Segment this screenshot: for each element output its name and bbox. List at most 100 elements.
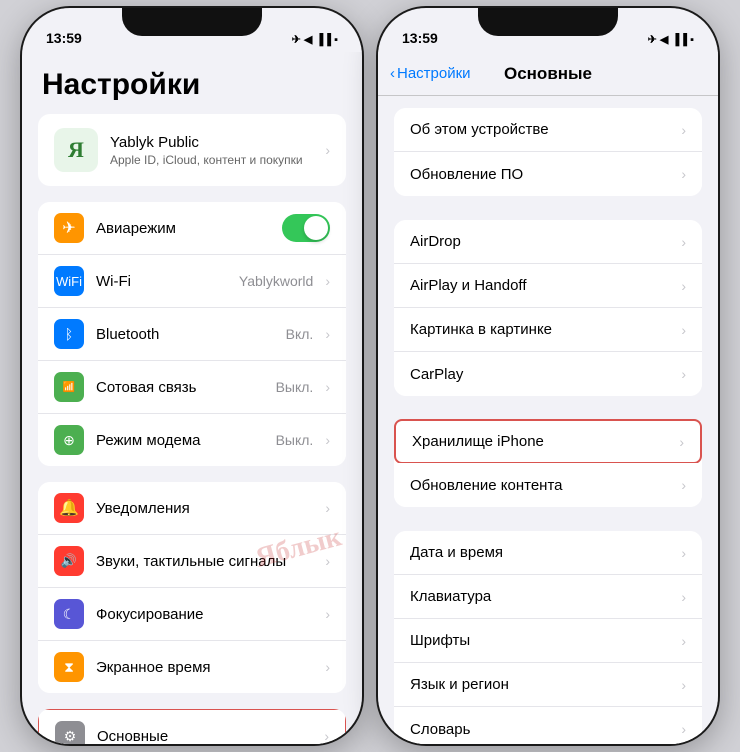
connectivity-group: ✈ Авиарежим WiFi Wi-Fi Yablykworld › ᛒ B… xyxy=(38,202,346,466)
account-name: Yablyk Public xyxy=(110,134,313,151)
datetime-label: Дата и время xyxy=(410,544,681,561)
bluetooth-label: Bluetooth xyxy=(96,326,274,343)
airplay-label: AirPlay и Handoff xyxy=(410,277,681,294)
fonts-label: Шрифты xyxy=(410,632,681,649)
about-row[interactable]: Об этом устройстве › xyxy=(394,108,702,152)
right-group-3: Хранилище iPhone › Обновление контента › xyxy=(394,419,702,507)
language-chevron: › xyxy=(681,677,686,693)
general-row[interactable]: ⚙ Основные › xyxy=(38,709,346,744)
right-phone: 13:59 ✈ ◀ ▐▐ ▪ ‹ Настройки Основные Об э… xyxy=(376,6,720,746)
language-row[interactable]: Язык и регион › xyxy=(394,663,702,707)
dictionary-chevron: › xyxy=(681,721,686,737)
right-group-2: AirDrop › AirPlay и Handoff › Картинка в… xyxy=(394,220,702,396)
content-update-label: Обновление контента xyxy=(410,477,681,494)
cellular-label: Сотовая связь xyxy=(96,379,264,396)
bluetooth-row[interactable]: ᛒ Bluetooth Вкл. › xyxy=(38,308,346,361)
hotspot-chevron: › xyxy=(325,432,330,448)
back-button[interactable]: ‹ Настройки xyxy=(390,65,471,82)
sounds-icon: 🔊 xyxy=(54,546,84,576)
pip-label: Картинка в картинке xyxy=(410,321,681,338)
airdrop-chevron: › xyxy=(681,234,686,250)
wifi-chevron: › xyxy=(325,273,330,289)
airplay-row[interactable]: AirPlay и Handoff › xyxy=(394,264,702,308)
language-label: Язык и регион xyxy=(410,676,681,693)
cellular-row[interactable]: 📶 Сотовая связь Выкл. › xyxy=(38,361,346,414)
right-notch xyxy=(478,8,618,36)
general-chevron: › xyxy=(324,728,329,744)
keyboard-row[interactable]: Клавиатура › xyxy=(394,575,702,619)
update-row[interactable]: Обновление ПО › xyxy=(394,152,702,196)
bluetooth-chevron: › xyxy=(325,326,330,342)
about-label: Об этом устройстве xyxy=(410,121,681,138)
right-group-1: Об этом устройстве › Обновление ПО › xyxy=(394,108,702,196)
airplane-toggle[interactable] xyxy=(282,214,330,242)
screentime-icon: ⧗ xyxy=(54,652,84,682)
datetime-row[interactable]: Дата и время › xyxy=(394,531,702,575)
keyboard-chevron: › xyxy=(681,589,686,605)
wifi-row[interactable]: WiFi Wi-Fi Yablykworld › xyxy=(38,255,346,308)
keyboard-label: Клавиатура xyxy=(410,588,681,605)
airdrop-label: AirDrop xyxy=(410,233,681,250)
focus-icon: ☾ xyxy=(54,599,84,629)
right-status-icons: ✈ ◀ ▐▐ ▪ xyxy=(648,33,694,46)
fonts-row[interactable]: Шрифты › xyxy=(394,619,702,663)
carplay-row[interactable]: CarPlay › xyxy=(394,352,702,396)
carplay-chevron: › xyxy=(681,366,686,382)
carplay-label: CarPlay xyxy=(410,366,681,383)
sounds-label: Звуки, тактильные сигналы xyxy=(96,553,313,570)
bluetooth-icon: ᛒ xyxy=(54,319,84,349)
notifications-label: Уведомления xyxy=(96,500,313,517)
pip-row[interactable]: Картинка в картинке › xyxy=(394,308,702,352)
airplane-row[interactable]: ✈ Авиарежим xyxy=(38,202,346,255)
screentime-row[interactable]: ⧗ Экранное время › xyxy=(38,641,346,693)
focus-chevron: › xyxy=(325,606,330,622)
wifi-icon: WiFi xyxy=(54,266,84,296)
account-card[interactable]: Я Yablyk Public Apple ID, iCloud, контен… xyxy=(38,114,346,186)
back-chevron: ‹ xyxy=(390,65,395,82)
sounds-chevron: › xyxy=(325,553,330,569)
page-title: Основные xyxy=(504,64,592,84)
notifications-group: 🔔 Уведомления › 🔊 Звуки, тактильные сигн… xyxy=(38,482,346,693)
sounds-row[interactable]: 🔊 Звуки, тактильные сигналы › xyxy=(38,535,346,588)
account-text: Yablyk Public Apple ID, iCloud, контент … xyxy=(110,134,313,167)
general-label: Основные xyxy=(97,728,312,745)
datetime-chevron: › xyxy=(681,545,686,561)
dictionary-row[interactable]: Словарь › xyxy=(394,707,702,744)
cellular-value: Выкл. xyxy=(276,379,314,395)
back-label: Настройки xyxy=(397,65,471,82)
yablyk-icon: Я xyxy=(54,128,98,172)
general-icon: ⚙ xyxy=(55,721,85,744)
airplay-chevron: › xyxy=(681,278,686,294)
screentime-chevron: › xyxy=(325,659,330,675)
storage-row[interactable]: Хранилище iPhone › xyxy=(394,419,702,464)
left-status-icons: ✈ ◀ ▐▐ ▪ xyxy=(292,33,338,46)
hotspot-value: Выкл. xyxy=(276,432,314,448)
right-group-4: Дата и время › Клавиатура › Шрифты › Язы… xyxy=(394,531,702,744)
general-group: ⚙ Основные › ⊞ Пункт управления › AA Экр… xyxy=(38,709,346,744)
wifi-label: Wi-Fi xyxy=(96,273,227,290)
update-label: Обновление ПО xyxy=(410,166,681,183)
settings-title: Настройки xyxy=(22,52,362,114)
storage-chevron: › xyxy=(679,434,684,450)
focus-row[interactable]: ☾ Фокусирование › xyxy=(38,588,346,641)
notifications-chevron: › xyxy=(325,500,330,516)
airplane-label: Авиарежим xyxy=(96,220,270,237)
update-chevron: › xyxy=(681,166,686,182)
wifi-value: Yablykworld xyxy=(239,273,313,289)
hotspot-icon: ⊕ xyxy=(54,425,84,455)
bluetooth-value: Вкл. xyxy=(286,326,314,342)
left-screen: Настройки Я Yablyk Public Apple ID, iClo… xyxy=(22,52,362,744)
right-time: 13:59 xyxy=(402,30,438,46)
notifications-row[interactable]: 🔔 Уведомления › xyxy=(38,482,346,535)
cellular-icon: 📶 xyxy=(54,372,84,402)
left-phone: 13:59 ✈ ◀ ▐▐ ▪ Настройки Я Yablyk Public… xyxy=(20,6,364,746)
pip-chevron: › xyxy=(681,322,686,338)
hotspot-label: Режим модема xyxy=(96,432,264,449)
content-update-row[interactable]: Обновление контента › xyxy=(394,463,702,507)
notch xyxy=(122,8,262,36)
dictionary-label: Словарь xyxy=(410,721,681,738)
airdrop-row[interactable]: AirDrop › xyxy=(394,220,702,264)
account-subtitle: Apple ID, iCloud, контент и покупки xyxy=(110,153,313,167)
airplane-icon: ✈ xyxy=(54,213,84,243)
hotspot-row[interactable]: ⊕ Режим модема Выкл. › xyxy=(38,414,346,466)
